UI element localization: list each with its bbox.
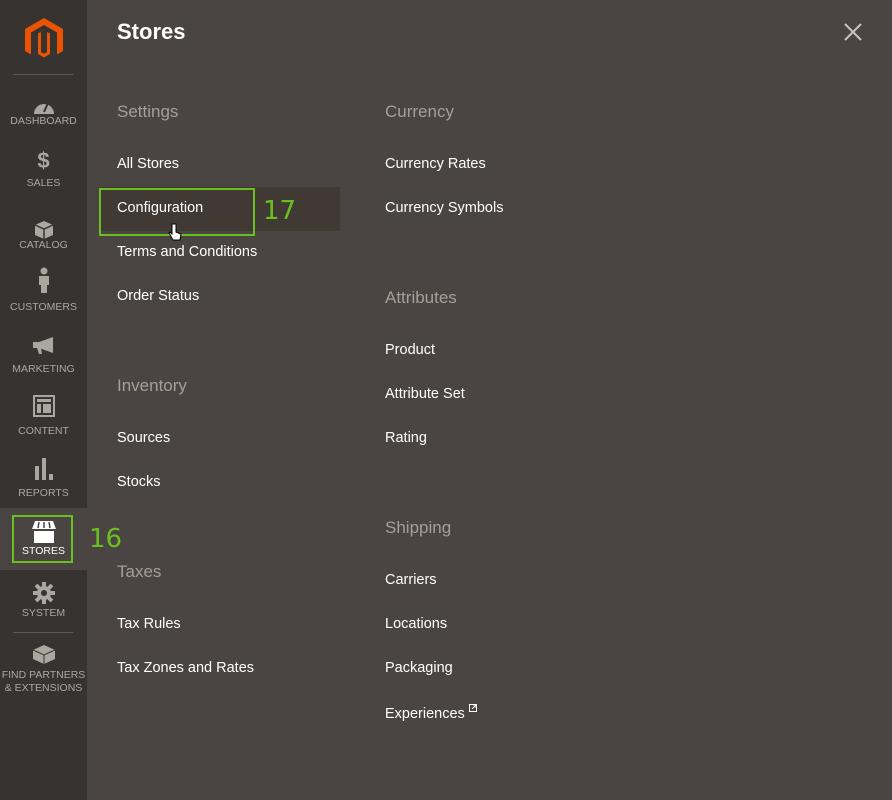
stores-menu-panel: Stores Settings All Stores Configuration Te… xyxy=(87,0,892,800)
dollar-icon: $ xyxy=(37,148,50,173)
section-header-shipping: Shipping xyxy=(385,518,452,537)
page-title: Stores xyxy=(117,19,186,44)
menu-item-label: Order Status xyxy=(117,288,200,304)
menu-item-currency-symbols[interactable]: Currency Symbols xyxy=(385,200,503,216)
annotation-label-17: 17 xyxy=(263,196,297,226)
menu-item-label: Attribute Set xyxy=(385,386,465,402)
menu-item-label: Tax Zones and Rates xyxy=(117,660,255,676)
gear-icon xyxy=(32,582,55,604)
menu-item-carriers[interactable]: Carriers xyxy=(385,572,437,588)
close-icon[interactable] xyxy=(843,22,863,42)
sidebar-item-sales[interactable]: $ SALES xyxy=(0,148,87,210)
person-icon xyxy=(38,267,49,293)
sidebar-item-system[interactable]: SYSTEM xyxy=(0,582,87,644)
menu-item-label: Packaging xyxy=(385,660,453,676)
menu-item-label: All Stores xyxy=(117,156,180,172)
menu-item-label: Currency Rates xyxy=(385,156,486,172)
megaphone-icon xyxy=(32,337,53,354)
menu-item-label: Stocks xyxy=(117,474,161,490)
menu-item-locations[interactable]: Locations xyxy=(385,616,447,632)
menu-item-packaging[interactable]: Packaging xyxy=(385,660,453,676)
menu-item-label: Carriers xyxy=(385,572,437,588)
sidebar-item-find-partners[interactable]: FIND PARTNERS & EXTENSIONS xyxy=(0,640,87,700)
menu-item-label: Tax Rules xyxy=(117,616,181,632)
menu-item-tax-zones-and-rates[interactable]: Tax Zones and Rates xyxy=(117,660,254,676)
menu-item-label: Sources xyxy=(117,430,171,446)
menu-item-sources[interactable]: Sources xyxy=(117,430,170,446)
menu-item-label: Locations xyxy=(385,616,448,632)
admin-sidebar: DASHBOARD $ SALES CATALOG CUSTOMERS MARKE… xyxy=(0,0,87,800)
dashboard-icon xyxy=(33,102,54,114)
menu-item-all-stores[interactable]: All Stores xyxy=(117,156,179,172)
lego-brick-icon xyxy=(32,645,55,664)
layout-icon xyxy=(32,395,55,417)
menu-item-currency-rates[interactable]: Currency Rates xyxy=(385,156,486,172)
menu-item-label: Terms and Conditions xyxy=(117,244,258,260)
menu-item-label: Experiences xyxy=(385,706,465,722)
menu-item-attribute-set[interactable]: Attribute Set xyxy=(385,386,465,402)
menu-item-terms-and-conditions[interactable]: Terms and Conditions xyxy=(117,244,257,260)
sidebar-divider xyxy=(13,74,73,75)
sidebar-item-customers[interactable]: CUSTOMERS xyxy=(0,267,87,334)
menu-item-order-status[interactable]: Order Status xyxy=(117,288,199,304)
sidebar-divider xyxy=(13,632,73,633)
menu-item-product[interactable]: Product xyxy=(385,342,435,358)
sidebar-item-marketing[interactable]: MARKETING xyxy=(0,334,87,396)
bar-chart-icon xyxy=(34,458,53,480)
external-link-icon xyxy=(468,704,477,712)
sidebar-item-dashboard[interactable]: DASHBOARD xyxy=(0,86,87,148)
sidebar-item-content[interactable]: CONTENT xyxy=(0,395,87,458)
box-icon xyxy=(34,221,53,239)
menu-item-label: Currency Symbols xyxy=(385,200,504,216)
section-header-currency: Currency xyxy=(385,102,454,121)
section-header-settings: Settings xyxy=(117,102,179,121)
section-header-inventory: Inventory xyxy=(117,376,187,395)
menu-item-tax-rules[interactable]: Tax Rules xyxy=(117,616,181,632)
menu-item-label: Product xyxy=(385,342,435,358)
annotation-box-stores xyxy=(12,515,73,563)
hand-cursor-icon xyxy=(168,223,182,241)
section-header-attributes: Attributes xyxy=(385,288,457,307)
menu-item-rating[interactable]: Rating xyxy=(385,430,427,446)
extensions-label: FIND PARTNERS & EXTENSIONS xyxy=(1,669,86,694)
menu-item-stocks[interactable]: Stocks xyxy=(117,474,161,490)
menu-item-experiences[interactable]: Experiences xyxy=(385,704,477,722)
magento-logo[interactable] xyxy=(25,18,63,58)
menu-item-label: Rating xyxy=(385,430,427,446)
section-header-taxes: Taxes xyxy=(117,562,162,581)
sidebar-item-catalog[interactable]: CATALOG xyxy=(0,210,87,272)
